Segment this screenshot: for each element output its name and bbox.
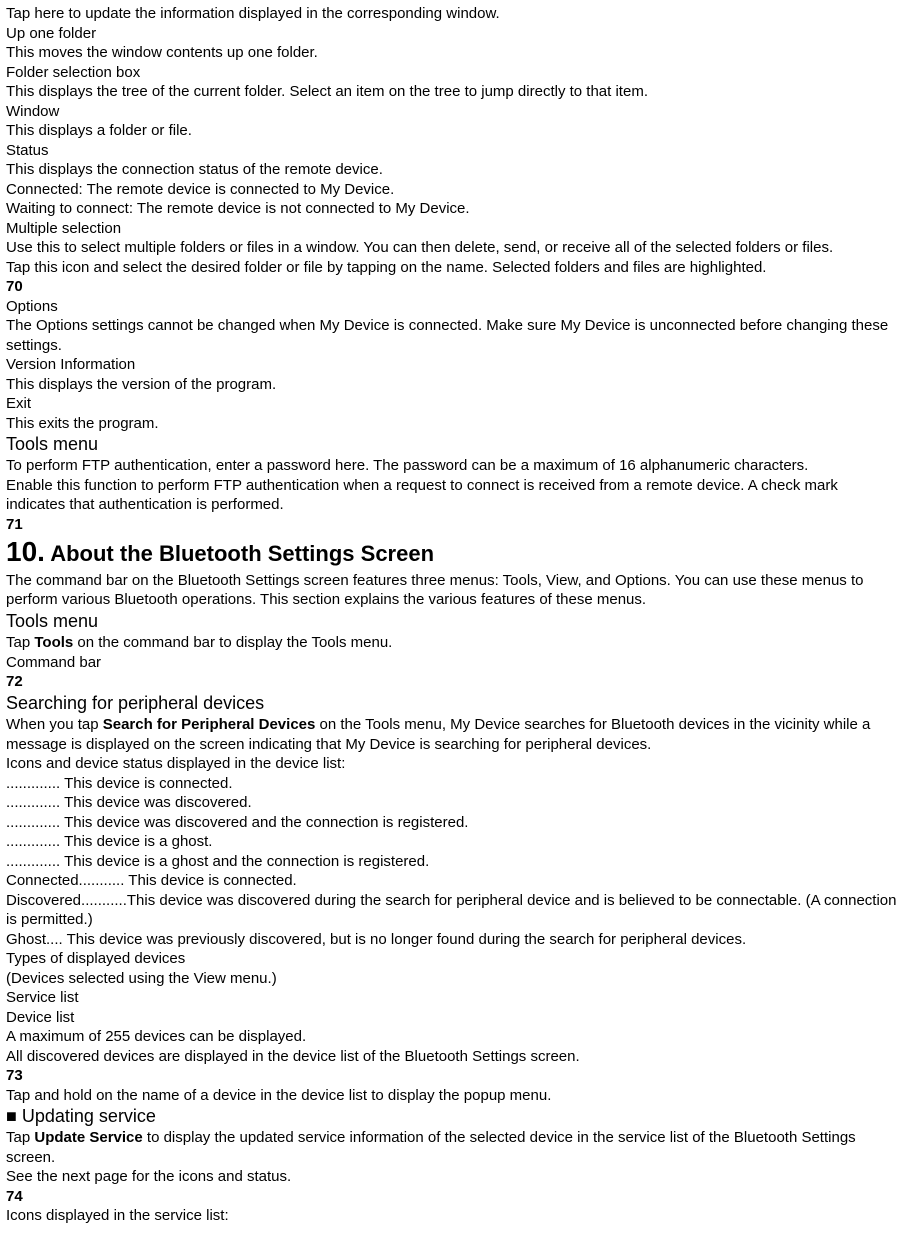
paragraph: This displays the version of the program…	[6, 375, 900, 395]
text: Tap	[6, 1129, 34, 1146]
paragraph: Command bar	[6, 653, 900, 673]
paragraph: This moves the window contents up one fo…	[6, 43, 900, 63]
page-number: 70	[6, 277, 900, 297]
bold-text: Tools	[34, 634, 73, 651]
text: on the command bar to display the Tools …	[73, 634, 392, 651]
chapter-title: About the Bluetooth Settings Screen	[45, 541, 434, 566]
paragraph: The command bar on the Bluetooth Setting…	[6, 571, 900, 610]
section-heading: ■ Updating service	[6, 1105, 900, 1128]
paragraph: To perform FTP authentication, enter a p…	[6, 456, 900, 476]
text: Tap	[6, 634, 34, 651]
paragraph: Status	[6, 141, 900, 161]
bold-text: Update Service	[34, 1129, 142, 1146]
paragraph: Icons and device status displayed in the…	[6, 754, 900, 774]
text: When you tap	[6, 716, 103, 733]
paragraph: Up one folder	[6, 24, 900, 44]
paragraph: This displays the connection status of t…	[6, 160, 900, 180]
paragraph: Connected........... This device is conn…	[6, 871, 900, 891]
paragraph: All discovered devices are displayed in …	[6, 1047, 900, 1067]
paragraph: The Options settings cannot be changed w…	[6, 316, 900, 355]
bold-text: Search for Peripheral Devices	[103, 716, 316, 733]
paragraph: ............. This device was discovered…	[6, 793, 900, 813]
paragraph: When you tap Search for Peripheral Devic…	[6, 715, 900, 754]
paragraph: Tap and hold on the name of a device in …	[6, 1086, 900, 1106]
paragraph: Use this to select multiple folders or f…	[6, 238, 900, 258]
paragraph: A maximum of 255 devices can be displaye…	[6, 1027, 900, 1047]
paragraph: ............. This device is connected.	[6, 774, 900, 794]
page-number: 72	[6, 672, 900, 692]
paragraph: (Devices selected using the View menu.)	[6, 969, 900, 989]
paragraph: ............. This device was discovered…	[6, 813, 900, 833]
paragraph: This displays the tree of the current fo…	[6, 82, 900, 102]
paragraph: Discovered...........This device was dis…	[6, 891, 900, 930]
paragraph: Service list	[6, 988, 900, 1008]
paragraph: Window	[6, 102, 900, 122]
section-heading: Tools menu	[6, 433, 900, 456]
paragraph: ............. This device is a ghost.	[6, 832, 900, 852]
paragraph: Version Information	[6, 355, 900, 375]
paragraph: This exits the program.	[6, 414, 900, 434]
section-heading: Searching for peripheral devices	[6, 692, 900, 715]
paragraph: Connected: The remote device is connecte…	[6, 180, 900, 200]
paragraph: Ghost.... This device was previously dis…	[6, 930, 900, 950]
paragraph: Multiple selection	[6, 219, 900, 239]
page-number: 71	[6, 515, 900, 535]
paragraph: Types of displayed devices	[6, 949, 900, 969]
page-number: 74	[6, 1187, 900, 1207]
paragraph: Enable this function to perform FTP auth…	[6, 476, 900, 515]
document-body: Tap here to update the information displ…	[0, 0, 906, 1236]
paragraph: Icons displayed in the service list:	[6, 1206, 900, 1226]
section-heading: Tools menu	[6, 610, 900, 633]
chapter-number: 10.	[6, 536, 45, 567]
paragraph: This displays a folder or file.	[6, 121, 900, 141]
paragraph: Options	[6, 297, 900, 317]
paragraph: Device list	[6, 1008, 900, 1028]
paragraph: Tap Tools on the command bar to display …	[6, 633, 900, 653]
paragraph: Folder selection box	[6, 63, 900, 83]
paragraph: ............. This device is a ghost and…	[6, 852, 900, 872]
paragraph: See the next page for the icons and stat…	[6, 1167, 900, 1187]
paragraph: Waiting to connect: The remote device is…	[6, 199, 900, 219]
paragraph: Tap Update Service to display the update…	[6, 1128, 900, 1167]
chapter-heading: 10. About the Bluetooth Settings Screen	[6, 534, 900, 570]
paragraph: Exit	[6, 394, 900, 414]
page-number: 73	[6, 1066, 900, 1086]
paragraph: Tap here to update the information displ…	[6, 4, 900, 24]
paragraph: Tap this icon and select the desired fol…	[6, 258, 900, 278]
